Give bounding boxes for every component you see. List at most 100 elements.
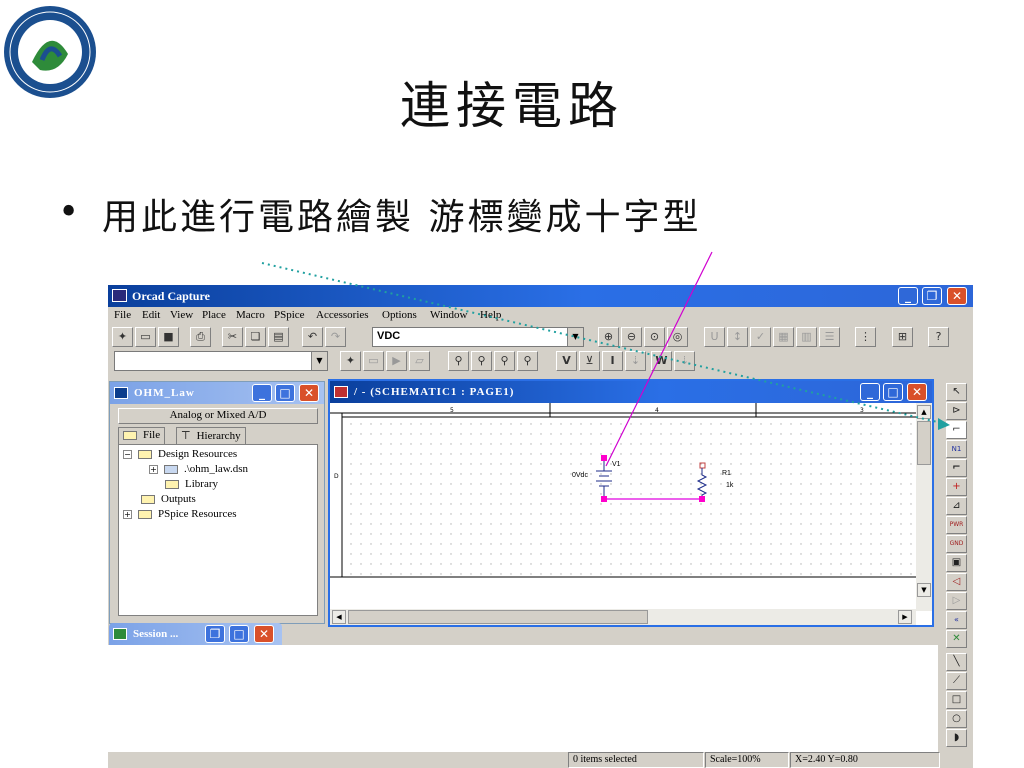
- menu-options[interactable]: Options: [382, 309, 417, 321]
- pin-handle[interactable]: [699, 496, 705, 502]
- bias-current-toggle-icon[interactable]: ⇣: [625, 351, 646, 371]
- tree-item-outputs[interactable]: Outputs: [141, 493, 196, 505]
- minimize-button[interactable]: _: [898, 287, 918, 305]
- power-marker-icon[interactable]: ⚲: [517, 351, 538, 371]
- hierarchical-port-icon[interactable]: ◁: [946, 573, 967, 591]
- cross-reference-icon[interactable]: ▥: [796, 327, 817, 347]
- bias-current-button[interactable]: I: [602, 351, 623, 371]
- schematic-canvas[interactable]: 5 4 3 D V1 0Vdc R1 1k: [330, 403, 916, 611]
- arc-icon[interactable]: ◗: [946, 729, 967, 747]
- open-folder-icon[interactable]: ▭: [135, 327, 156, 347]
- zoom-out-icon[interactable]: ⊖: [621, 327, 642, 347]
- menu-file[interactable]: File: [114, 309, 131, 321]
- zoom-area-icon[interactable]: ⊙: [644, 327, 665, 347]
- zoom-all-icon[interactable]: ◎: [667, 327, 688, 347]
- new-simulation-profile-icon[interactable]: ✦: [340, 351, 361, 371]
- profile-combo[interactable]: ▼: [114, 351, 328, 371]
- drc-icon[interactable]: ✓: [750, 327, 771, 347]
- close-button[interactable]: ✕: [254, 625, 274, 643]
- expand-icon[interactable]: +: [123, 509, 132, 519]
- restore-button[interactable]: ❐: [922, 287, 942, 305]
- scroll-thumb[interactable]: [348, 610, 648, 624]
- restore-button[interactable]: ❐: [205, 625, 225, 643]
- bus-entry-icon[interactable]: ⊿: [946, 497, 967, 515]
- polyline-icon[interactable]: ⟋: [946, 672, 967, 690]
- close-button[interactable]: ✕: [907, 383, 927, 401]
- menu-pspice[interactable]: PSpice: [274, 309, 305, 321]
- current-marker-icon[interactable]: ⚲: [494, 351, 515, 371]
- line-icon[interactable]: ╲: [946, 653, 967, 671]
- pin-handle[interactable]: [601, 496, 607, 502]
- snap-grid-icon[interactable]: ⋮: [855, 327, 876, 347]
- minimize-button[interactable]: _: [860, 383, 880, 401]
- copy-icon[interactable]: ❏: [245, 327, 266, 347]
- redo-icon[interactable]: ↷: [325, 327, 346, 347]
- maximize-button[interactable]: □: [275, 384, 295, 402]
- app-titlebar[interactable]: Orcad Capture _ ❐ ✕: [108, 285, 973, 307]
- part-combo[interactable]: VDC ▼: [372, 327, 584, 347]
- junction-icon[interactable]: +: [946, 478, 967, 496]
- maximize-button[interactable]: □: [883, 383, 903, 401]
- close-button[interactable]: ✕: [947, 287, 967, 305]
- hierarchical-pin-icon[interactable]: ▷: [946, 592, 967, 610]
- horizontal-scrollbar[interactable]: ◀ ▶: [330, 609, 916, 625]
- place-part-icon[interactable]: ⊳: [946, 402, 967, 420]
- bill-of-materials-icon[interactable]: ☰: [819, 327, 840, 347]
- menu-window[interactable]: Window: [430, 309, 467, 321]
- vertical-scrollbar[interactable]: ▲ ▼: [916, 403, 932, 611]
- voltage-marker-icon[interactable]: ⚲: [448, 351, 469, 371]
- save-icon[interactable]: ■: [158, 327, 179, 347]
- menu-place[interactable]: Place: [202, 309, 226, 321]
- schematic-titlebar[interactable]: / - (SCHEMATIC1 : PAGE1) _ □ ✕: [330, 381, 932, 403]
- bias-power-button[interactable]: W: [651, 351, 672, 371]
- netlist-icon[interactable]: ▦: [773, 327, 794, 347]
- menu-accessories[interactable]: Accessories: [316, 309, 369, 321]
- tab-hierarchy[interactable]: ⊤ Hierarchy: [176, 427, 246, 444]
- paste-icon[interactable]: ▤: [268, 327, 289, 347]
- off-page-connector-icon[interactable]: «: [946, 611, 967, 629]
- maximize-button[interactable]: □: [229, 625, 249, 643]
- minimize-button[interactable]: _: [252, 384, 272, 402]
- tree-item-design-resources[interactable]: − Design Resources: [123, 448, 237, 460]
- cut-icon[interactable]: ✂: [222, 327, 243, 347]
- tree-item-design-file[interactable]: + .\ohm_law.dsn: [149, 463, 248, 475]
- run-icon[interactable]: ▶: [386, 351, 407, 371]
- tab-file[interactable]: File: [118, 427, 166, 444]
- help-icon[interactable]: ?: [928, 327, 949, 347]
- ellipse-icon[interactable]: ○: [946, 710, 967, 728]
- edit-profile-icon[interactable]: ▭: [363, 351, 384, 371]
- power-icon[interactable]: PWR: [946, 516, 967, 534]
- new-icon[interactable]: ✦: [112, 327, 133, 347]
- net-alias-icon[interactable]: N1: [946, 440, 967, 458]
- place-wire-icon[interactable]: ⌐: [946, 421, 967, 439]
- scroll-right-icon[interactable]: ▶: [898, 610, 912, 624]
- collapse-icon[interactable]: −: [123, 449, 132, 459]
- print-icon[interactable]: ⎙: [190, 327, 211, 347]
- rectangle-icon[interactable]: □: [946, 691, 967, 709]
- bias-voltage-button[interactable]: V: [556, 351, 577, 371]
- menu-macro[interactable]: Macro: [236, 309, 265, 321]
- expand-icon[interactable]: +: [149, 464, 158, 474]
- zoom-in-icon[interactable]: ⊕: [598, 327, 619, 347]
- view-results-icon[interactable]: ▱: [409, 351, 430, 371]
- bias-power-toggle-icon[interactable]: ⇣: [674, 351, 695, 371]
- close-button[interactable]: ✕: [299, 384, 319, 402]
- menu-edit[interactable]: Edit: [142, 309, 160, 321]
- project-titlebar[interactable]: OHM_Law _ □ ✕: [110, 382, 324, 404]
- tree-item-pspice-resources[interactable]: + PSpice Resources: [123, 508, 237, 520]
- undo-icon[interactable]: ↶: [302, 327, 323, 347]
- menu-help[interactable]: Help: [480, 309, 501, 321]
- menu-view[interactable]: View: [170, 309, 193, 321]
- scroll-down-icon[interactable]: ▼: [917, 583, 931, 597]
- tree-item-library[interactable]: Library: [165, 478, 218, 490]
- place-bus-icon[interactable]: ⌐: [946, 459, 967, 477]
- pin-handle[interactable]: [601, 455, 607, 461]
- session-log-window[interactable]: Session ... ❐ □ ✕: [109, 623, 282, 645]
- bias-voltage-toggle-icon[interactable]: ⊻: [579, 351, 600, 371]
- scroll-thumb[interactable]: [917, 421, 931, 465]
- chevron-down-icon[interactable]: ▼: [311, 352, 327, 370]
- scroll-left-icon[interactable]: ◀: [332, 610, 346, 624]
- differential-marker-icon[interactable]: ⚲: [471, 351, 492, 371]
- back-annotate-icon[interactable]: ↕: [727, 327, 748, 347]
- scroll-up-icon[interactable]: ▲: [917, 405, 931, 419]
